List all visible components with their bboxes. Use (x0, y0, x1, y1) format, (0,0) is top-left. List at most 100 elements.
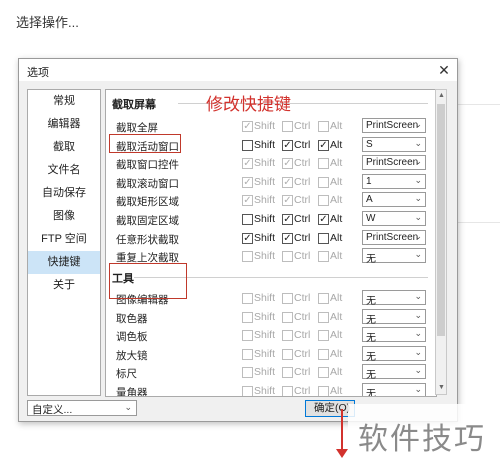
key-select-value: S (366, 138, 373, 150)
alt-checkbox[interactable]: ✓ (318, 214, 329, 225)
alt-checkbox[interactable] (318, 311, 329, 323)
hotkey-panel: 截取屏幕 修改快捷键 工具 截取全屏 ✓ Shift Ctrl Alt PrintScre… (105, 89, 437, 397)
alt-label: Alt (330, 157, 343, 170)
panel-scrollbar[interactable]: ▲ ▼ (435, 89, 447, 395)
key-select-value: 无 (366, 370, 376, 382)
ctrl-checkbox[interactable] (282, 311, 293, 323)
key-select[interactable]: 无 ⌄ (362, 248, 426, 265)
shift-checkbox[interactable] (242, 139, 253, 151)
nav-item[interactable]: 文件名 (28, 159, 100, 182)
alt-label: Alt (330, 194, 343, 207)
shift-checkbox[interactable]: ✓ (242, 158, 253, 170)
ctrl-label: Ctrl (294, 175, 311, 188)
nav-item[interactable]: 图像 (28, 205, 100, 228)
ctrl-checkbox[interactable] (282, 330, 293, 342)
ctrl-checkbox[interactable] (282, 121, 293, 132)
key-select[interactable]: W ⌄ (362, 211, 426, 226)
shift-checkbox[interactable]: ✓ (242, 232, 253, 244)
dialog-titlebar: 选项 ✕ (19, 59, 457, 81)
hotkey-row-label: 放大镜 (116, 349, 148, 362)
ctrl-label: Ctrl (294, 347, 311, 360)
ctrl-checkbox[interactable] (282, 386, 293, 396)
ctrl-label: Ctrl (294, 250, 311, 263)
scroll-up-icon[interactable]: ▲ (437, 91, 446, 101)
chevron-down-icon: ⌄ (414, 384, 422, 394)
key-select[interactable]: 无 ⌄ (362, 290, 426, 307)
key-select[interactable]: 无 ⌄ (362, 327, 426, 344)
shift-checkbox[interactable] (242, 330, 253, 342)
close-icon[interactable]: ✕ (435, 61, 453, 79)
alt-label: Alt (330, 213, 343, 225)
ctrl-checkbox[interactable]: ✓ (282, 158, 293, 170)
alt-checkbox[interactable] (318, 348, 329, 360)
scroll-thumb[interactable] (437, 104, 445, 336)
nav-item[interactable]: 自动保存 (28, 182, 100, 205)
key-select-value: PrintScreen (366, 231, 419, 243)
ctrl-checkbox[interactable] (282, 348, 293, 360)
alt-label: Alt (330, 292, 343, 304)
alt-checkbox[interactable] (318, 330, 329, 342)
ctrl-label: Ctrl (294, 329, 311, 342)
alt-checkbox[interactable] (318, 121, 329, 132)
ctrl-checkbox[interactable] (282, 293, 293, 304)
shift-checkbox[interactable] (242, 251, 253, 263)
chevron-down-icon: ⌄ (414, 249, 422, 260)
shift-checkbox[interactable]: ✓ (242, 176, 253, 188)
background-divider (456, 222, 500, 223)
key-select[interactable]: 1 ⌄ (362, 173, 426, 189)
nav-item[interactable]: 常规 (28, 90, 100, 113)
key-select[interactable]: 无 ⌄ (362, 383, 426, 396)
shift-checkbox[interactable] (242, 293, 253, 304)
alt-checkbox[interactable] (318, 176, 329, 188)
ctrl-checkbox[interactable] (282, 367, 293, 379)
alt-checkbox[interactable] (318, 386, 329, 396)
key-select[interactable]: 无 ⌄ (362, 345, 426, 363)
shift-checkbox[interactable]: ✓ (242, 195, 253, 207)
nav-item[interactable]: 关于 (28, 274, 100, 297)
ctrl-checkbox[interactable] (282, 251, 293, 263)
ctrl-label: Ctrl (294, 310, 311, 323)
alt-checkbox[interactable] (318, 195, 329, 207)
scroll-down-icon[interactable]: ▼ (437, 383, 446, 393)
key-select[interactable]: 无 ⌄ (362, 308, 426, 326)
shift-label: Shift (254, 231, 276, 244)
key-select[interactable]: S ⌄ (362, 136, 426, 152)
nav-item[interactable]: 编辑器 (28, 113, 100, 136)
custom-select[interactable]: 自定义... ⌄ (27, 400, 137, 416)
shift-label: Shift (254, 157, 276, 170)
nav-item[interactable]: FTP 空间 (28, 228, 100, 251)
hotkey-row: 截取窗口控件 ✓ Shift ✓ Ctrl Alt PrintScreen ⌄ (106, 155, 436, 173)
shift-checkbox[interactable] (242, 386, 253, 396)
alt-checkbox[interactable] (318, 367, 329, 379)
options-nav: 常规 编辑器 截取 文件名 自动保存 图像 FTP 空间 快捷键 关于 (27, 89, 101, 396)
key-select[interactable]: PrintScreen ⌄ (362, 229, 426, 245)
alt-checkbox[interactable] (318, 158, 329, 170)
ctrl-checkbox[interactable]: ✓ (282, 176, 293, 188)
ctrl-checkbox[interactable]: ✓ (282, 232, 293, 244)
key-select[interactable]: 无 ⌄ (362, 364, 426, 382)
hotkey-row-label: 截取窗口控件 (116, 159, 179, 172)
alt-checkbox[interactable] (318, 293, 329, 304)
alt-checkbox[interactable] (318, 251, 329, 263)
hotkey-row: 截取固定区域 Shift ✓ Ctrl ✓ Alt W ⌄ (106, 211, 436, 229)
ctrl-checkbox[interactable]: ✓ (282, 139, 293, 151)
ctrl-checkbox[interactable]: ✓ (282, 195, 293, 207)
shift-checkbox[interactable] (242, 348, 253, 360)
shift-checkbox[interactable] (242, 214, 253, 225)
nav-item[interactable]: 快捷键 (28, 251, 100, 274)
key-select[interactable]: A ⌄ (362, 192, 426, 208)
shift-checkbox[interactable] (242, 367, 253, 379)
key-select[interactable]: PrintScreen ⌄ (362, 155, 426, 171)
shift-label: Shift (254, 292, 276, 304)
key-select-value: PrintScreen (366, 157, 419, 169)
key-select[interactable]: PrintScreen ⌄ (362, 118, 426, 133)
nav-item[interactable]: 截取 (28, 136, 100, 159)
shift-label: Shift (254, 250, 276, 263)
alt-checkbox[interactable]: ✓ (318, 139, 329, 151)
alt-checkbox[interactable] (318, 232, 329, 244)
shift-checkbox[interactable] (242, 311, 253, 323)
shift-checkbox[interactable]: ✓ (242, 121, 253, 132)
chevron-down-icon: ⌄ (414, 309, 422, 320)
chevron-down-icon: ⌄ (414, 174, 422, 185)
ctrl-checkbox[interactable]: ✓ (282, 214, 293, 225)
